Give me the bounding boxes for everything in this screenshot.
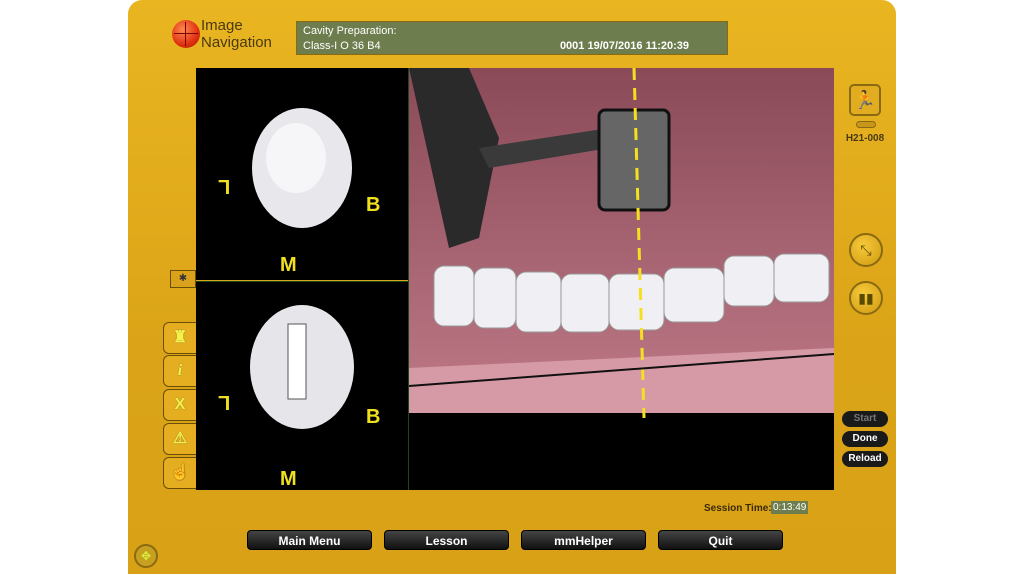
close-icon[interactable]: X <box>163 389 196 421</box>
label-lingual: L <box>218 391 231 413</box>
session-time-value: 0:13:49 <box>771 501 809 514</box>
chart-icon[interactable]: ▮▮ <box>849 281 883 315</box>
mouth-3d-scene <box>408 67 835 490</box>
label-mesial: M <box>280 468 297 490</box>
logo-icon <box>172 20 200 48</box>
label-mesial: M <box>280 254 297 276</box>
info-icon[interactable]: i <box>163 355 196 387</box>
main-3d-viewport[interactable] <box>408 67 835 490</box>
label-buccal: B <box>366 406 381 428</box>
quit-button[interactable]: Quit <box>658 530 783 550</box>
lesson-button[interactable]: Lesson <box>384 530 509 550</box>
measure-icon[interactable]: ⤡ <box>849 233 883 267</box>
info-panel: Cavity Preparation: Class-I O 36 B4 0001… <box>296 21 728 55</box>
done-button[interactable]: Done <box>842 431 888 447</box>
session-time-label: Session Time: <box>704 503 772 514</box>
logo-line1: Image <box>201 17 243 34</box>
logo: Image Navigation <box>201 17 272 51</box>
indicator-bar <box>856 121 876 128</box>
station-id: H21-008 <box>845 133 885 144</box>
procedure-title: Cavity Preparation: <box>303 25 397 37</box>
label-buccal: B <box>366 194 381 216</box>
pointer-hand-icon[interactable]: ☝ <box>163 457 196 489</box>
exit-running-man-icon[interactable]: 🏃 <box>849 84 881 116</box>
bug-icon[interactable]: ✱ <box>170 270 196 288</box>
procedure-subtitle: Class-I O 36 B4 <box>303 40 381 52</box>
reload-button[interactable]: Reload <box>842 451 888 467</box>
main-menu-button[interactable]: Main Menu <box>247 530 372 550</box>
timestamp: 0001 19/07/2016 11:20:39 <box>559 40 689 52</box>
logo-line2: Navigation <box>201 34 272 51</box>
tooth-prepared-model <box>250 305 354 429</box>
mmhelper-button[interactable]: mmHelper <box>521 530 646 550</box>
warning-icon[interactable]: ⚠ <box>163 423 196 455</box>
navigation-lock-icon[interactable]: ✥ <box>134 544 158 568</box>
start-button[interactable]: Start <box>842 411 888 427</box>
top-view-viewport[interactable]: L B M <box>196 68 408 280</box>
label-lingual: L <box>218 175 231 197</box>
bottom-view-viewport[interactable]: L B M <box>196 281 408 490</box>
tooth-icon[interactable]: ♜ <box>163 322 196 354</box>
